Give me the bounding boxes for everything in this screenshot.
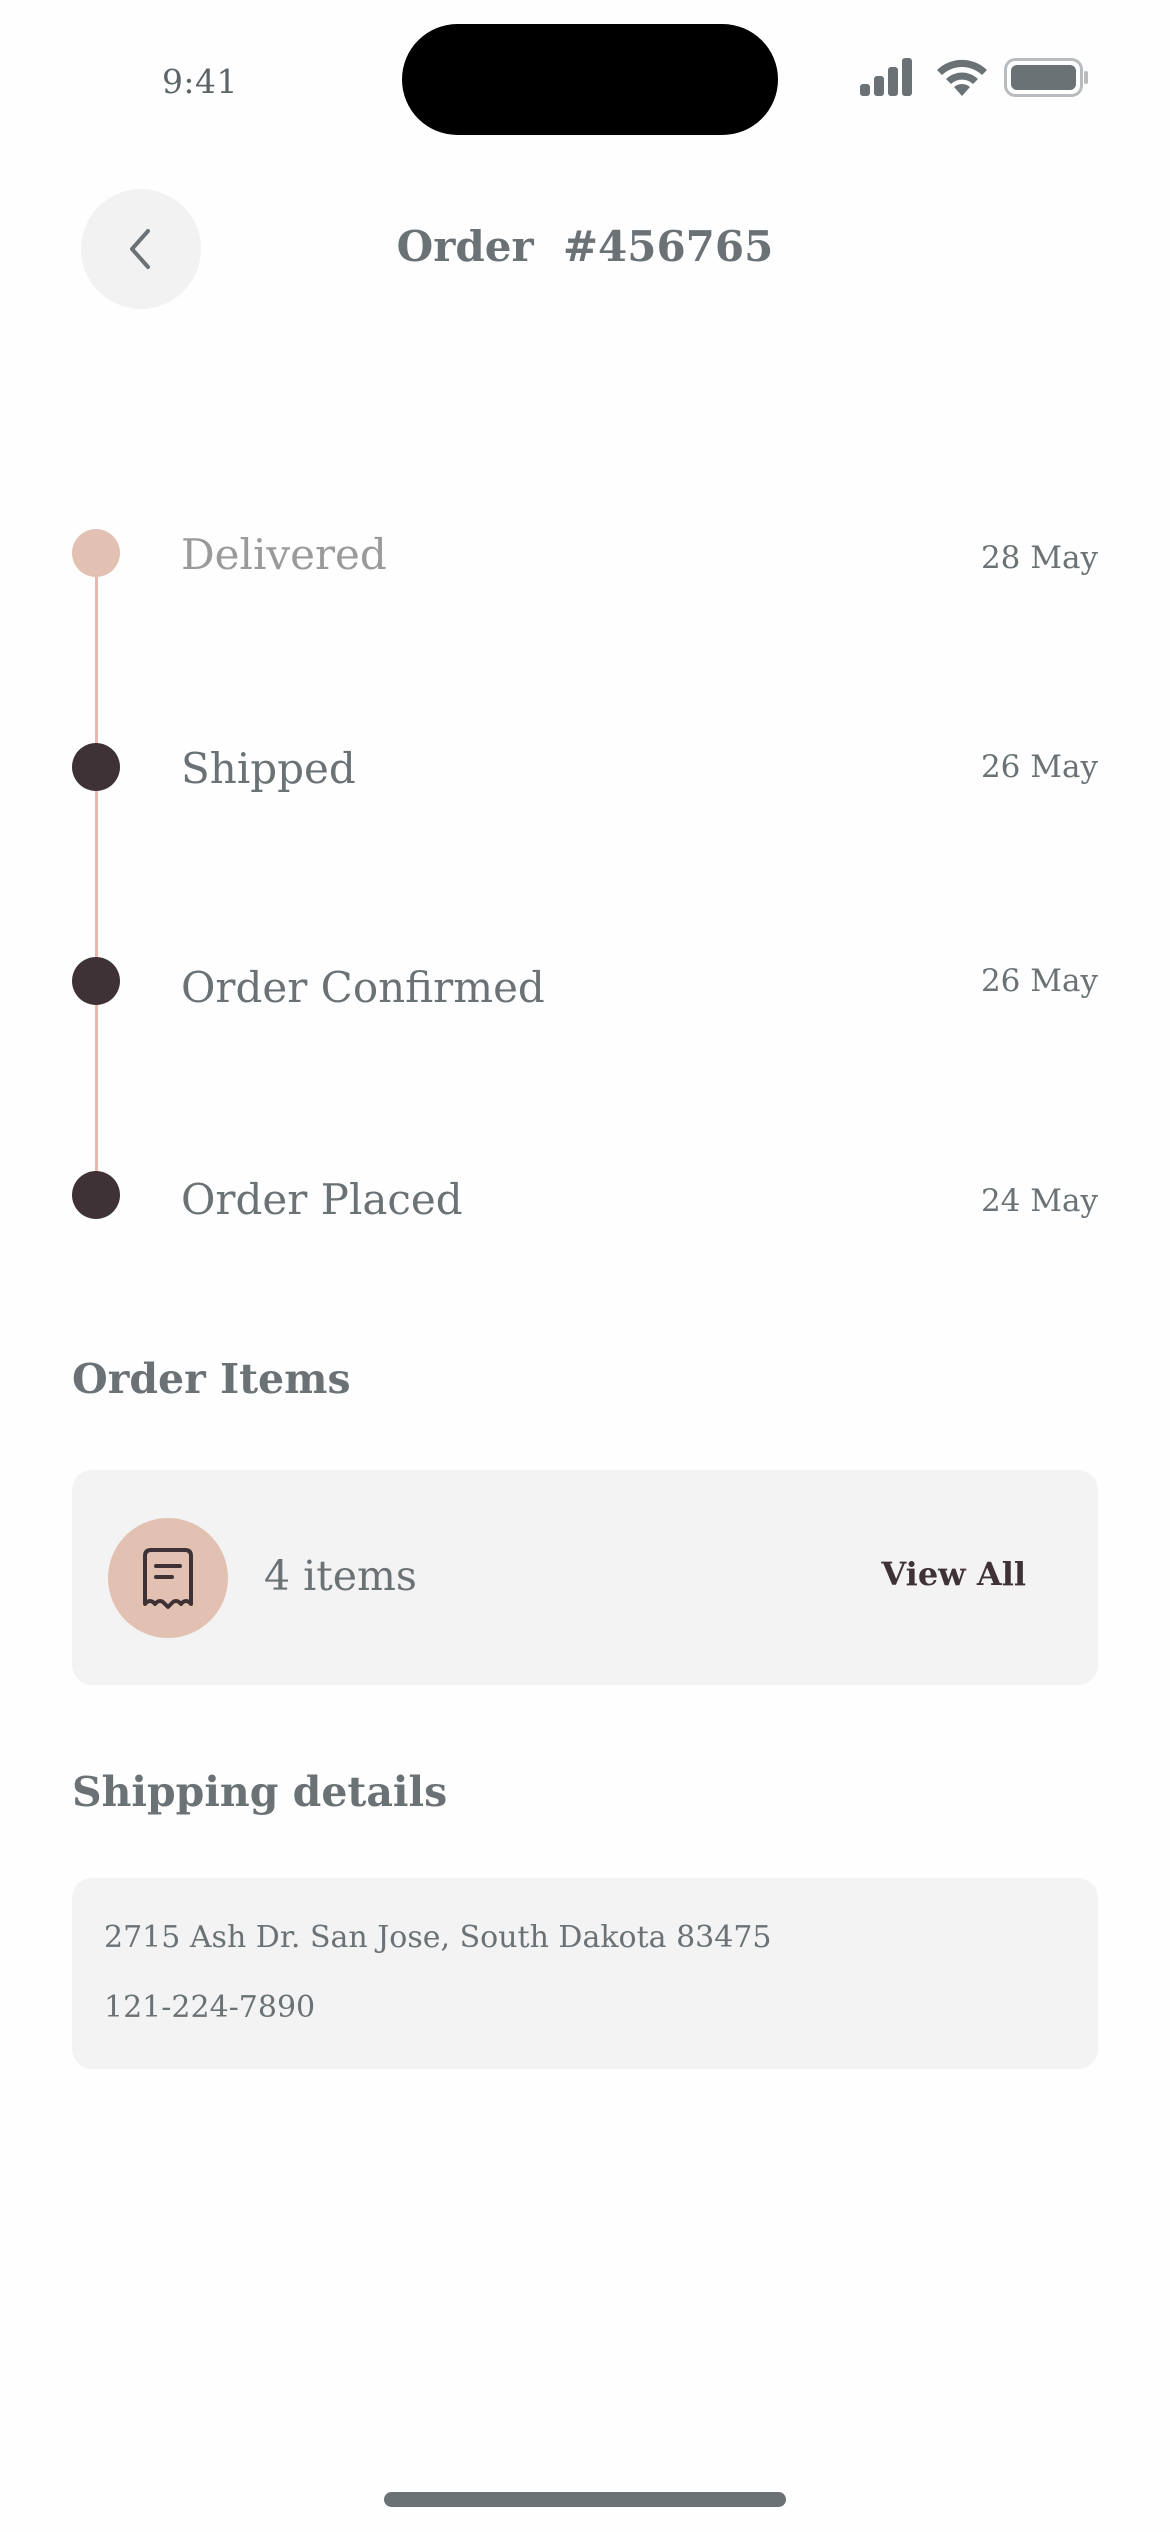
timeline-dot-shipped [72, 743, 120, 791]
view-all-button[interactable]: View All [881, 1555, 1026, 1593]
order-items-title: Order Items [72, 1355, 351, 1403]
order-items-card[interactable]: 4 items View All [72, 1470, 1098, 1685]
timeline-line [95, 558, 98, 1208]
timeline-date-delivered: 28 May [980, 540, 1098, 576]
battery-icon [1004, 58, 1088, 97]
items-count: 4 items [264, 1552, 417, 1600]
timeline-date-shipped: 26 May [980, 749, 1098, 785]
dynamic-island [402, 24, 778, 135]
shipping-details-title: Shipping details [72, 1768, 448, 1816]
shipping-phone: 121-224-7890 [104, 1990, 316, 2025]
timeline-dot-order-placed [72, 1171, 120, 1219]
home-indicator[interactable] [384, 2492, 786, 2507]
page-title: Order #456765 [396, 222, 774, 271]
timeline-label-order-placed: Order Placed [181, 1175, 463, 1224]
timeline-date-order-confirmed: 26 May [980, 963, 1098, 999]
shipping-address: 2715 Ash Dr. San Jose, South Dakota 8347… [104, 1920, 772, 1955]
timeline-label-shipped: Shipped [181, 744, 356, 793]
receipt-icon-circle [108, 1518, 228, 1638]
signal-icon [860, 58, 912, 96]
wifi-icon [937, 59, 987, 96]
timeline-label-delivered: Delivered [181, 530, 387, 579]
status-icons [858, 56, 1098, 104]
status-time: 9:41 [161, 62, 239, 101]
receipt-icon [143, 1548, 193, 1609]
timeline-date-order-placed: 24 May [980, 1183, 1098, 1219]
timeline-dot-delivered [72, 529, 120, 577]
timeline-dot-order-confirmed [72, 957, 120, 1005]
shipping-details-card: 2715 Ash Dr. San Jose, South Dakota 8347… [72, 1878, 1098, 2069]
timeline-label-order-confirmed: Order Confirmed [181, 963, 545, 1012]
